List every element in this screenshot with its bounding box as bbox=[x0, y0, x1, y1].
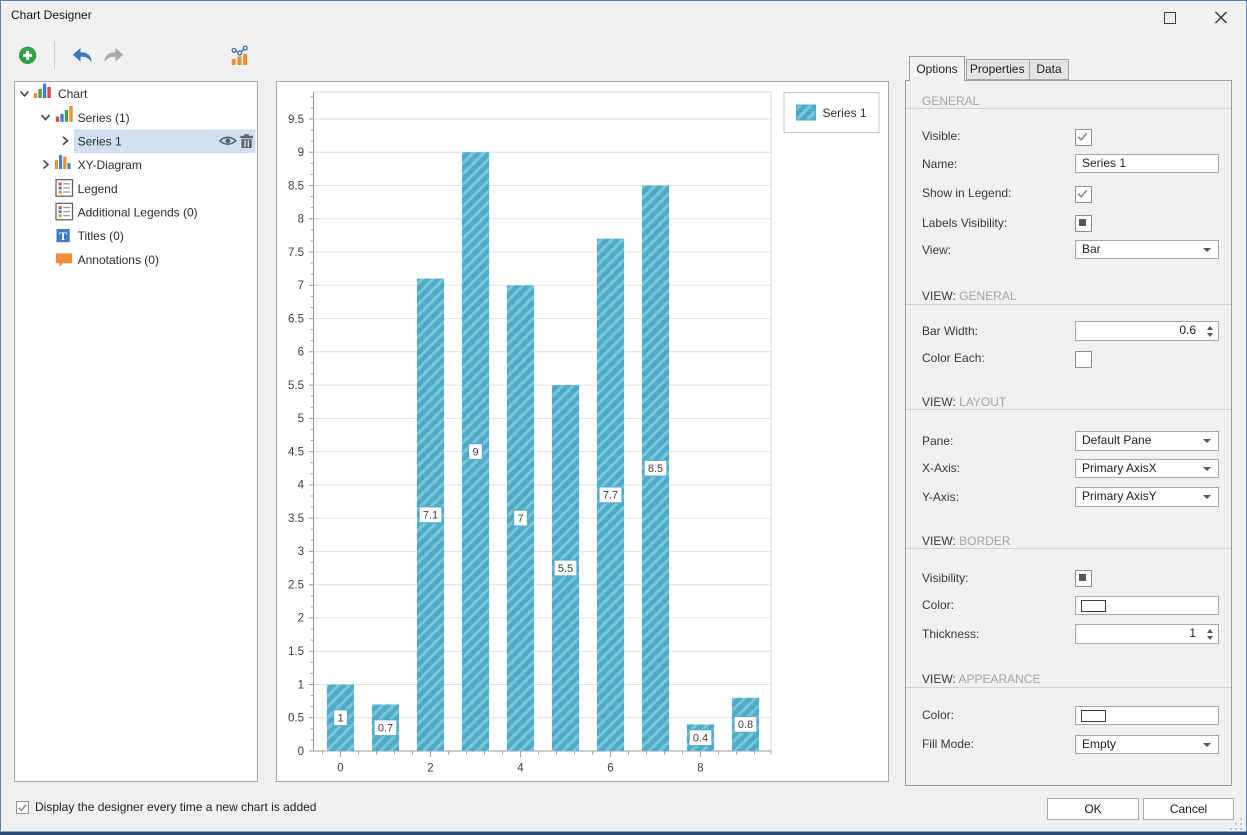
svg-text:0: 0 bbox=[297, 746, 303, 758]
svg-text:Chart: Chart bbox=[58, 87, 88, 101]
svg-text:0.7: 0.7 bbox=[377, 723, 392, 735]
svg-text:2: 2 bbox=[297, 613, 303, 625]
svg-text:8.5: 8.5 bbox=[288, 180, 304, 192]
svg-text:Titles (0): Titles (0) bbox=[78, 229, 124, 243]
svg-text:T: T bbox=[59, 231, 67, 243]
svg-text:7.5: 7.5 bbox=[288, 247, 304, 259]
svg-text:1: 1 bbox=[337, 713, 343, 725]
svg-text:0: 0 bbox=[337, 763, 343, 775]
svg-text:Additional Legends (0): Additional Legends (0) bbox=[78, 206, 198, 220]
svg-text:XY-Diagram: XY-Diagram bbox=[78, 158, 142, 172]
svg-text:5: 5 bbox=[297, 413, 303, 425]
svg-text:8: 8 bbox=[697, 763, 703, 775]
svg-text:Annotations (0): Annotations (0) bbox=[78, 253, 159, 267]
svg-text:1: 1 bbox=[297, 679, 303, 691]
svg-text:9: 9 bbox=[472, 446, 478, 458]
svg-text:7: 7 bbox=[297, 280, 303, 292]
svg-text:5.5: 5.5 bbox=[557, 563, 572, 575]
svg-text:3.5: 3.5 bbox=[288, 513, 304, 525]
svg-text:Legend: Legend bbox=[78, 182, 118, 196]
svg-text:9: 9 bbox=[297, 147, 303, 159]
svg-text:0.8: 0.8 bbox=[737, 719, 752, 731]
svg-text:7: 7 bbox=[517, 513, 523, 525]
svg-text:Series 1: Series 1 bbox=[822, 106, 866, 120]
svg-text:6.5: 6.5 bbox=[288, 313, 304, 325]
svg-text:4: 4 bbox=[297, 480, 304, 492]
svg-text:6: 6 bbox=[607, 763, 613, 775]
svg-text:8.5: 8.5 bbox=[647, 463, 662, 475]
svg-text:1.5: 1.5 bbox=[288, 646, 304, 658]
svg-text:2: 2 bbox=[427, 763, 433, 775]
svg-text:8: 8 bbox=[297, 214, 303, 226]
svg-text:7.1: 7.1 bbox=[422, 510, 437, 522]
svg-text:7.7: 7.7 bbox=[602, 490, 617, 502]
svg-text:5.5: 5.5 bbox=[288, 380, 304, 392]
svg-text:0.5: 0.5 bbox=[288, 713, 304, 725]
svg-text:Series 1: Series 1 bbox=[78, 134, 122, 148]
svg-text:4: 4 bbox=[517, 763, 524, 775]
svg-text:9.5: 9.5 bbox=[288, 114, 304, 126]
svg-text:6: 6 bbox=[297, 347, 303, 359]
svg-text:Series (1): Series (1) bbox=[78, 111, 130, 125]
svg-text:4.5: 4.5 bbox=[288, 446, 304, 458]
svg-text:2.5: 2.5 bbox=[288, 580, 304, 592]
svg-text:0.4: 0.4 bbox=[692, 733, 707, 745]
svg-text:3: 3 bbox=[297, 546, 303, 558]
